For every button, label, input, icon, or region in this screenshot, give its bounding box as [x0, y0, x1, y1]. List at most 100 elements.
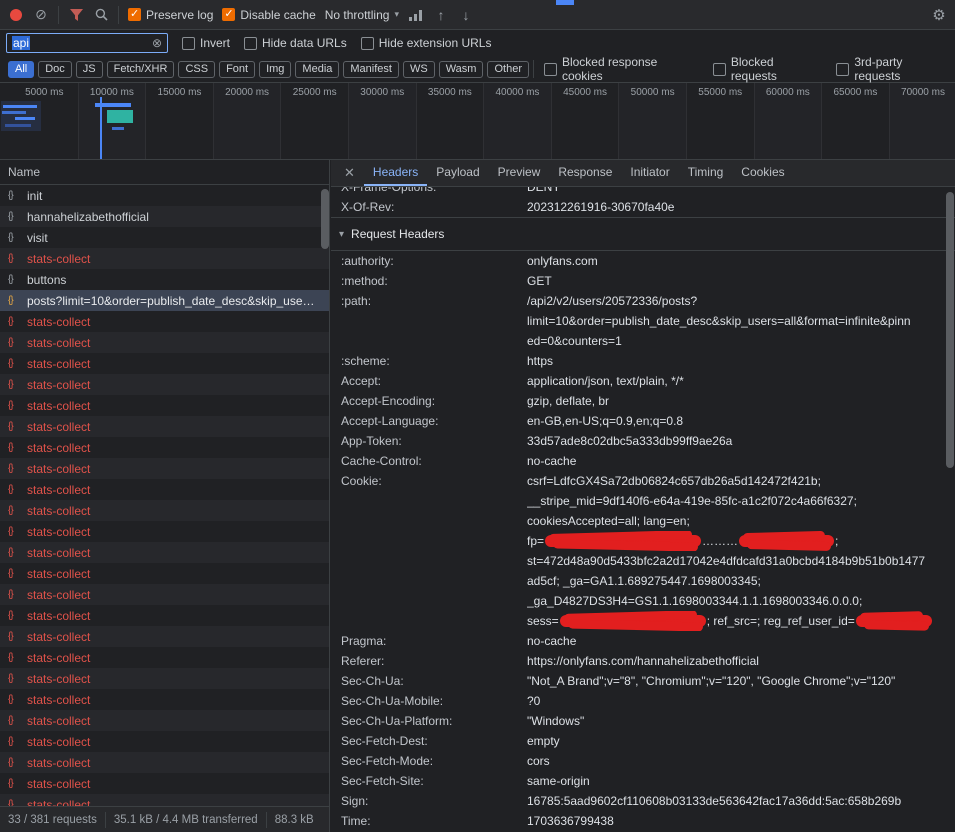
request-row[interactable]: {} stats-collect [0, 395, 329, 416]
script-braces-icon: {} [8, 190, 21, 201]
header-row: Referer: https://onlyfans.com/hannaheliz… [331, 651, 955, 671]
details-tab[interactable]: Cookies [732, 160, 793, 186]
request-row[interactable]: {} stats-collect [0, 542, 329, 563]
clear-button[interactable]: ⊘ [33, 6, 49, 24]
details-tab[interactable]: Initiator [621, 160, 678, 186]
header-row: Sec-Fetch-Dest: empty [331, 731, 955, 751]
request-name: posts?limit=10&order=publish_date_desc&s… [27, 294, 329, 308]
hide-extension-urls-toggle[interactable]: Hide extension URLs [361, 36, 492, 50]
request-row[interactable]: {} buttons [0, 269, 329, 290]
name-column-header[interactable]: Name [0, 160, 329, 185]
throttling-dropdown[interactable]: No throttling ▾ [325, 8, 399, 22]
clear-input-icon[interactable]: ⊗ [152, 36, 162, 50]
close-icon[interactable]: ✕ [335, 160, 364, 186]
settings-gear-icon[interactable]: ⚙ [931, 6, 947, 24]
request-row[interactable]: {} stats-collect [0, 752, 329, 773]
hide-data-urls-toggle[interactable]: Hide data URLs [244, 36, 347, 50]
request-row[interactable]: {} stats-collect [0, 647, 329, 668]
header-name: Accept-Language: [341, 411, 527, 431]
typebar-divider [533, 60, 534, 78]
type-filter-pill[interactable]: Doc [38, 61, 72, 78]
disable-cache-toggle[interactable]: Disable cache [222, 8, 315, 22]
filter-icon[interactable] [68, 6, 84, 24]
request-row[interactable]: {} stats-collect [0, 794, 329, 806]
export-har-button[interactable]: ↑ [433, 6, 449, 24]
request-row[interactable]: {} stats-collect [0, 479, 329, 500]
request-row[interactable]: {} visit [0, 227, 329, 248]
timeline-overview[interactable]: 5000 ms 10000 ms 15000 ms 20000 ms 25000… [0, 83, 955, 160]
request-row[interactable]: {} stats-collect [0, 248, 329, 269]
type-filter-pill[interactable]: WS [403, 61, 435, 78]
header-row: Sec-Ch-Ua-Platform: "Windows" [331, 711, 955, 731]
request-row[interactable]: {} stats-collect [0, 437, 329, 458]
request-row[interactable]: {} hannahelizabethofficial [0, 206, 329, 227]
request-row[interactable]: {} stats-collect [0, 332, 329, 353]
request-headers-section-header[interactable]: ▾ Request Headers [331, 217, 955, 251]
invert-toggle[interactable]: Invert [182, 36, 230, 50]
request-row[interactable]: {} stats-collect [0, 605, 329, 626]
request-row[interactable]: {} stats-collect [0, 731, 329, 752]
details-tab[interactable]: Headers [364, 160, 427, 186]
type-filter-pill[interactable]: Other [487, 61, 529, 78]
request-name: buttons [27, 273, 329, 287]
details-tab[interactable]: Response [549, 160, 621, 186]
details-tab-bar: ✕ Headers Payload Preview Response Initi… [331, 160, 955, 187]
request-row[interactable]: {} stats-collect [0, 584, 329, 605]
request-row[interactable]: {} stats-collect [0, 353, 329, 374]
type-filter-pill[interactable]: Wasm [439, 61, 484, 78]
details-tab[interactable]: Timing [679, 160, 733, 186]
details-scrollbar[interactable] [946, 192, 954, 468]
request-name: stats-collect [27, 546, 329, 560]
header-name: :scheme: [341, 351, 527, 371]
type-filter-pill[interactable]: Img [259, 61, 291, 78]
waterfall-bar [95, 103, 131, 107]
header-value: en-GB,en-US;q=0.9,en;q=0.8 [527, 411, 955, 431]
request-row[interactable]: {} posts?limit=10&order=publish_date_des… [0, 290, 329, 311]
request-row[interactable]: {} stats-collect [0, 458, 329, 479]
details-tab[interactable]: Preview [489, 160, 550, 186]
import-har-button[interactable]: ↓ [458, 6, 474, 24]
type-filter-pill[interactable]: CSS [178, 61, 215, 78]
record-button[interactable] [8, 6, 24, 24]
request-row[interactable]: {} init [0, 185, 329, 206]
request-row[interactable]: {} stats-collect [0, 626, 329, 647]
type-filter-pill[interactable]: Fetch/XHR [107, 61, 175, 78]
waterfall-bar [2, 111, 26, 114]
request-name: stats-collect [27, 630, 329, 644]
header-row: Pragma: no-cache [331, 631, 955, 651]
request-row[interactable]: {} stats-collect [0, 500, 329, 521]
request-list-scrollbar[interactable] [321, 189, 329, 249]
type-filter-pill[interactable]: Font [219, 61, 255, 78]
request-name: stats-collect [27, 525, 329, 539]
search-icon[interactable] [93, 6, 109, 24]
request-row[interactable]: {} stats-collect [0, 374, 329, 395]
script-braces-icon: {} [8, 358, 21, 369]
request-row[interactable]: {} stats-collect [0, 710, 329, 731]
preserve-log-toggle[interactable]: Preserve log [128, 8, 213, 22]
request-row[interactable]: {} stats-collect [0, 521, 329, 542]
request-row[interactable]: {} stats-collect [0, 563, 329, 584]
request-row[interactable]: {} stats-collect [0, 689, 329, 710]
header-value: ?0 [527, 691, 955, 711]
type-filter-pill[interactable]: Manifest [343, 61, 399, 78]
header-name: Sec-Ch-Ua-Platform: [341, 711, 527, 731]
header-value: cors [527, 751, 955, 771]
type-filter-toggle[interactable]: 3rd-party requests [836, 55, 947, 83]
type-filter-pill[interactable]: Media [295, 61, 339, 78]
request-row[interactable]: {} stats-collect [0, 668, 329, 689]
network-conditions-icon[interactable] [408, 6, 424, 24]
request-row[interactable]: {} stats-collect [0, 773, 329, 794]
network-filter-input[interactable]: api ⊗ [6, 33, 168, 53]
script-braces-icon: {} [8, 316, 21, 327]
magnifier-icon [95, 8, 108, 21]
request-row[interactable]: {} stats-collect [0, 311, 329, 332]
type-filter-pill[interactable]: JS [76, 61, 103, 78]
type-filter-pill[interactable]: All [8, 61, 34, 78]
details-tab[interactable]: Payload [427, 160, 488, 186]
request-details-panel: ✕ Headers Payload Preview Response Initi… [331, 160, 955, 832]
checkbox-checked-icon [128, 8, 141, 21]
request-row[interactable]: {} stats-collect [0, 416, 329, 437]
type-filter-toggle[interactable]: Blocked response cookies [544, 55, 695, 83]
header-value: 1703636799438 [527, 811, 955, 831]
type-filter-toggle[interactable]: Blocked requests [713, 55, 819, 83]
